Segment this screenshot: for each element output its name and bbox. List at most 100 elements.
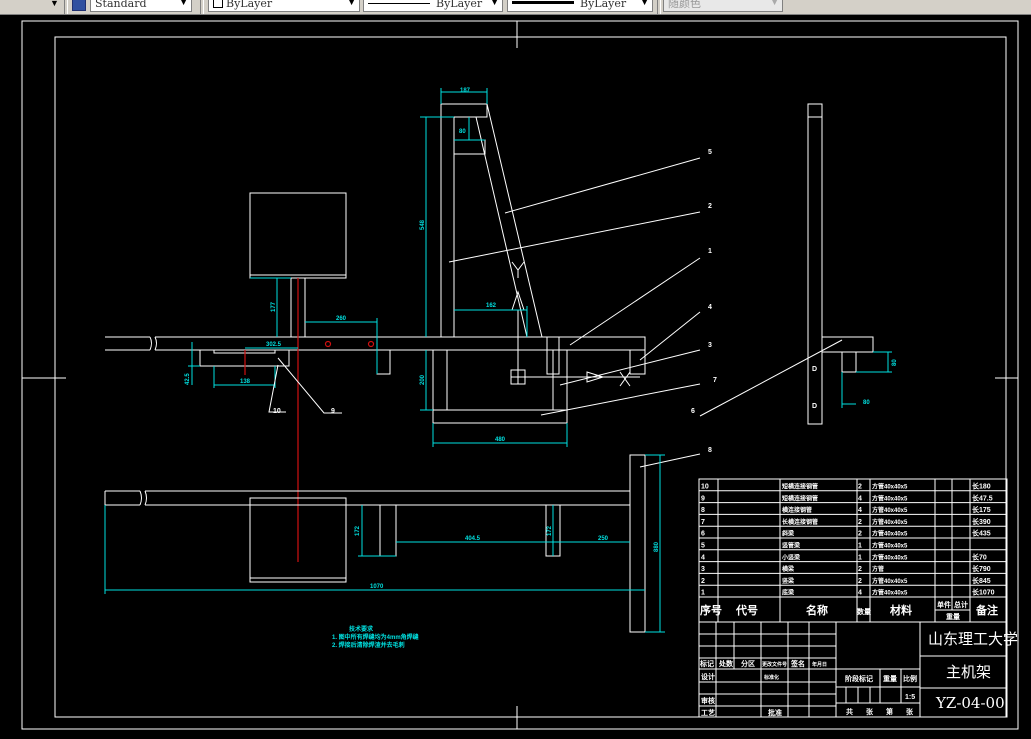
dim-text: 172: [355, 525, 361, 536]
chevron-down-icon: ▼: [180, 0, 187, 7]
parts-header-qty: 数量: [857, 607, 871, 616]
text-style-icon[interactable]: [72, 0, 86, 11]
parts-cell-qty: 1: [858, 543, 862, 550]
parts-cell-name: 小竖梁: [781, 553, 800, 561]
parts-cell-name: 短横连接钢管: [782, 483, 818, 491]
leader-label: 7: [713, 377, 717, 384]
dim-text: 404.5: [465, 536, 481, 542]
leader-label: 9: [331, 408, 335, 415]
side-mark: D: [812, 403, 817, 410]
parts-cell-material: 方管40x40x5: [872, 577, 908, 585]
parts-header-remark: 备注: [975, 603, 998, 617]
parts-cell-qty: 2: [858, 484, 862, 491]
dim-text: 80: [459, 129, 466, 135]
school-name: 山东理工大学: [928, 630, 1018, 648]
parts-cell-qty: 2: [858, 566, 862, 573]
parts-cell-remark: 长70: [972, 552, 987, 561]
linetype-value: ByLayer: [436, 0, 483, 10]
parts-cell-material: 方管40x40x5: [872, 589, 908, 597]
parts-cell-name: 底梁: [782, 589, 794, 597]
scale-value: 1:5: [905, 694, 915, 701]
parts-cell-no: 2: [701, 578, 705, 585]
parts-cell-material: 方管40x40x5: [872, 506, 908, 514]
sheet-unit-label: 张: [866, 707, 874, 716]
outer-border: [21, 20, 1019, 730]
front-dimension-texts: 187 80 548 177 260 162 200 480 302.5 42.…: [185, 88, 506, 443]
crossbar: [453, 139, 486, 155]
rev-label: 更改文件号: [762, 661, 787, 668]
standard-label: 标准化: [763, 674, 779, 681]
linetype-combo[interactable]: ByLayer ▼: [363, 0, 503, 12]
parts-cell-name: 横连接钢管: [782, 506, 812, 514]
parts-cell-name: 竖管梁: [782, 542, 800, 550]
main-beam: [105, 336, 646, 351]
parts-cell-qty: 4: [858, 590, 862, 597]
parts-cell-remark: 长47.5: [972, 493, 993, 502]
title-block: 山东理工大学 主机架 YZ-04-00 1:5 标记 处数 分区 更改文件号 签…: [699, 630, 1018, 717]
lineweight-value: ByLayer: [580, 0, 627, 10]
dim-text: 42.5: [185, 373, 191, 385]
process-label: 工艺: [701, 708, 715, 717]
dim-text: 480: [495, 437, 506, 443]
dim-text: 172: [547, 525, 553, 536]
parts-header-total: 总计: [954, 600, 968, 609]
parts-header-name: 名称: [806, 603, 828, 617]
technical-notes: 技术要求 1. 图中所有焊缝均为4mm角焊缝 2. 焊接后清除焊渣并去毛刺: [332, 625, 419, 649]
parts-cell-name: 短横连接钢管: [782, 494, 818, 502]
properties-toolbar: ▼ Standard ▼ ByLayer ▼ ByLayer ▼ ByLayer ▼ 随…: [0, 0, 1031, 15]
plot-style-value: 随颜色: [668, 0, 701, 10]
color-swatch-icon: [213, 0, 223, 8]
parts-cell-remark: 长390: [972, 517, 991, 526]
design-label: 设计: [701, 672, 715, 681]
leader-label: 5: [708, 149, 712, 156]
dim-text: 138: [240, 379, 251, 385]
sheet-no-label: 第: [886, 707, 893, 716]
color-value: ByLayer: [226, 0, 273, 10]
rev-label: 签名: [790, 659, 805, 668]
text-style-combo[interactable]: Standard ▼: [90, 0, 192, 12]
parts-cell-no: 10: [701, 484, 709, 491]
leader-label: 6: [691, 408, 695, 415]
parts-cell-qty: 4: [858, 495, 862, 502]
break-mark: [149, 336, 157, 351]
toolbar-separator: [200, 0, 204, 14]
parts-cell-qty: 4: [858, 507, 862, 514]
plan-dimension-texts: 172 172 404.5 250 1070 880: [355, 525, 660, 590]
dim-text: 250: [598, 536, 609, 542]
parts-cell-material: 方管40x40x5: [872, 553, 908, 561]
dim-text: 80: [863, 400, 870, 406]
plot-style-combo[interactable]: 随颜色 ▼: [663, 0, 783, 12]
dropdown-arrow-icon[interactable]: ▼: [50, 0, 59, 8]
dim-text: 880: [654, 541, 660, 552]
base-plate: [432, 409, 568, 424]
parts-cell-no: 3: [701, 566, 705, 573]
parts-list: 10 短横连接钢管 2 方管40x40x5 长180 9 短横连接钢管 4 方管40x40x5 长…: [698, 478, 1008, 623]
lineweight-combo[interactable]: ByLayer ▼: [507, 0, 653, 12]
chevron-down-icon: ▼: [348, 0, 355, 7]
parts-header-weight: 重量: [946, 612, 960, 621]
parts-cell-material: 方管40x40x5: [872, 542, 908, 550]
dim-text: 200: [420, 374, 426, 385]
dim-text: 260: [336, 316, 347, 322]
weight-label: 重量: [883, 674, 897, 683]
rev-label: 标记: [699, 659, 714, 668]
leader-lines: [268, 157, 843, 468]
plan-view: [104, 454, 646, 633]
dim-text: 177: [271, 301, 277, 312]
end-post: [629, 349, 646, 375]
center-marks: [22, 21, 1018, 729]
parts-cell-no: 7: [701, 519, 705, 526]
parts-cell-no: 4: [701, 554, 705, 561]
rev-label: 年月日: [812, 661, 827, 668]
drawing-canvas[interactable]: 187 80 548 177 260 162 200 480 302.5 42.…: [0, 0, 1031, 739]
color-combo[interactable]: ByLayer ▼: [208, 0, 360, 12]
toolbar-separator: [657, 0, 661, 14]
leader-labels: 1 2 3 4 5 6 7 8 9 10: [273, 149, 717, 454]
parts-cell-remark: 长175: [972, 505, 991, 514]
parts-cell-qty: 2: [858, 519, 862, 526]
parts-cell-name: 竖梁: [782, 577, 794, 585]
leader-label: 1: [708, 248, 712, 255]
rev-label: 处数: [718, 659, 734, 668]
parts-cell-remark: 长845: [972, 576, 991, 585]
linetype-sample-icon: [368, 3, 430, 4]
